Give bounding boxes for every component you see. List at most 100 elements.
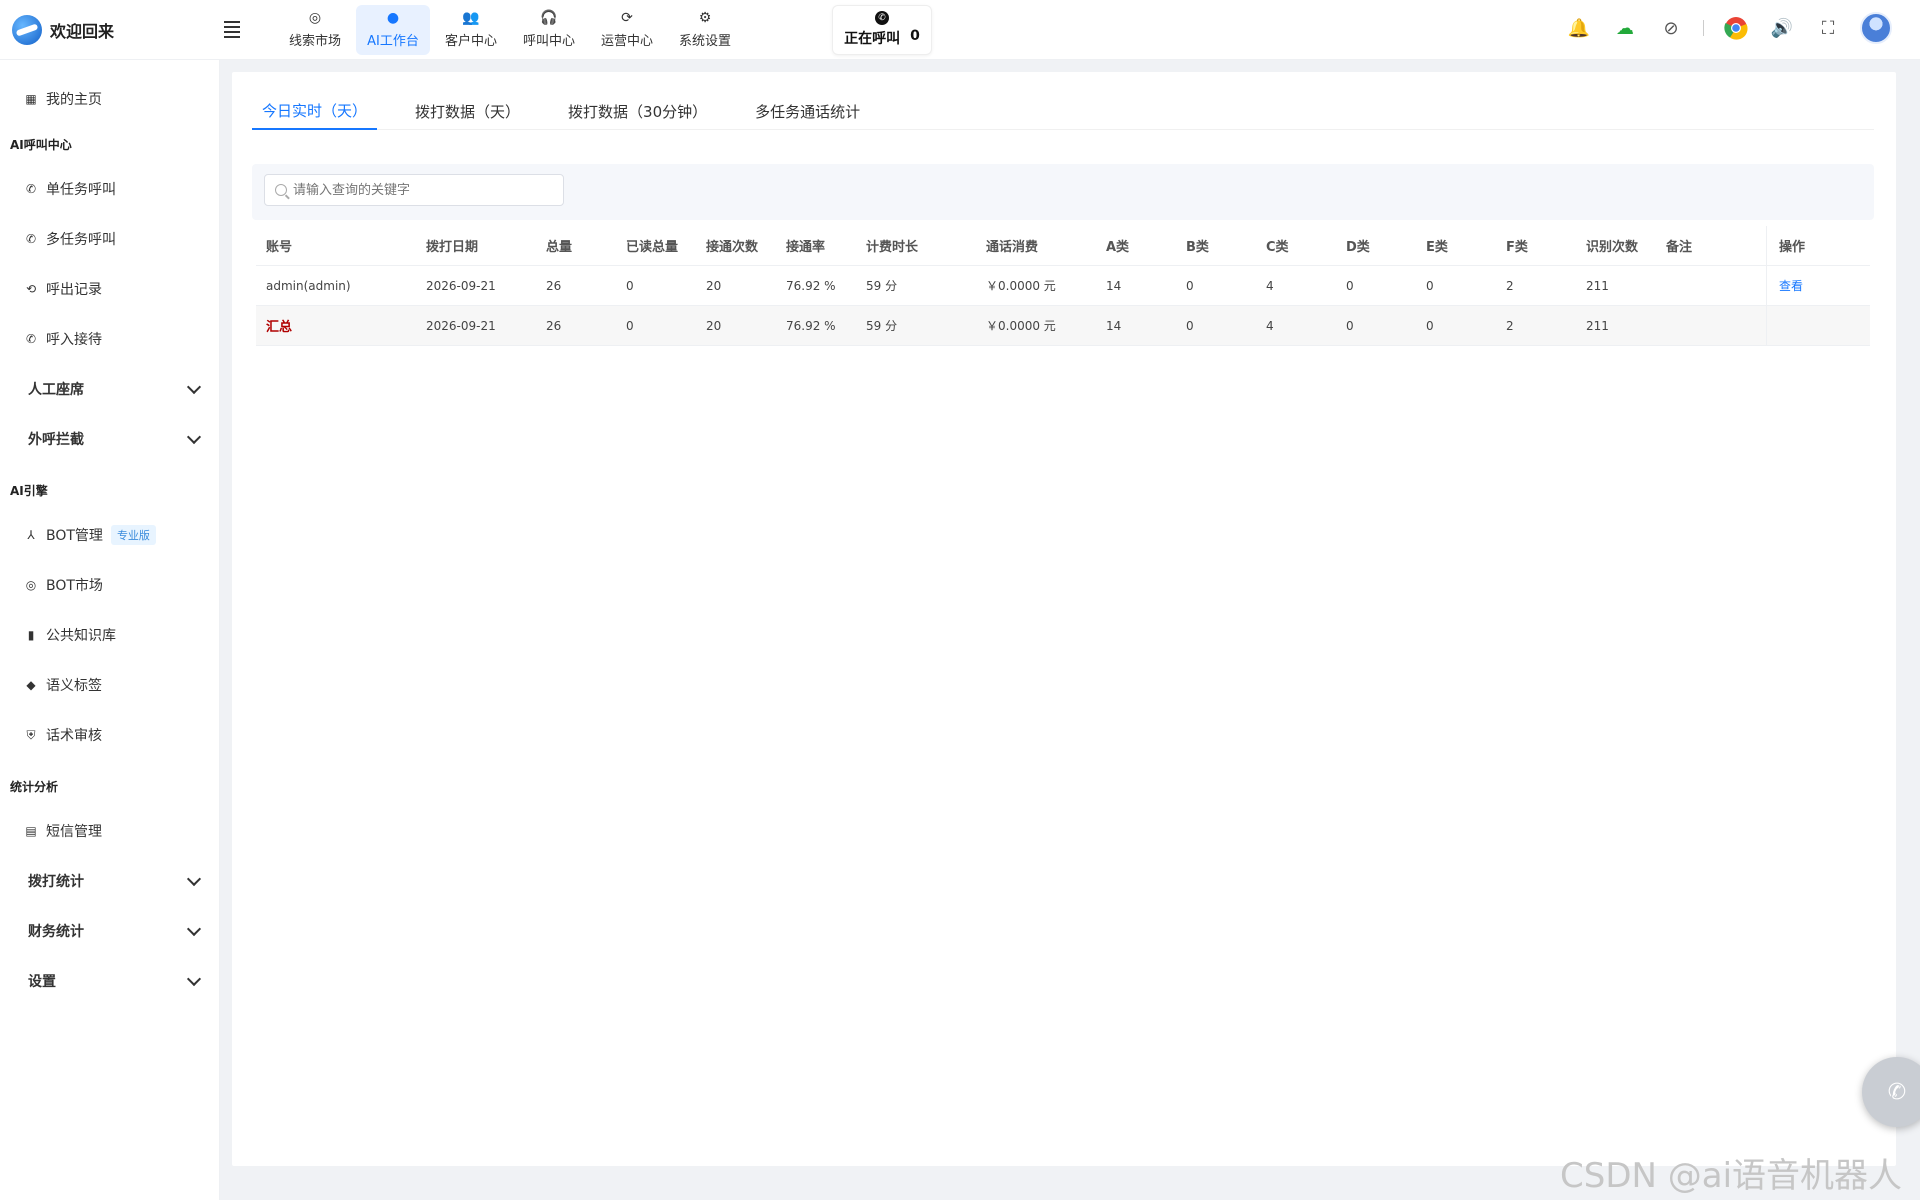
sidebar-item-settings[interactable]: 设置 [0,956,219,1006]
sidebar-item-label: 话术审核 [46,728,102,744]
nav-call-center[interactable]: 🎧 呼叫中心 [512,5,586,55]
tab-dial-data-30min[interactable]: 拨打数据（30分钟） [558,92,717,130]
tab-bar: 今日实时（天） 拨打数据（天） 拨打数据（30分钟） 多任务通话统计 [252,92,1874,130]
menu-toggle-icon[interactable] [224,18,248,42]
volume-icon[interactable]: 🔊 [1768,14,1796,42]
chevron-down-icon [186,871,202,887]
cell-dial-date: 2026-09-21 [416,319,536,333]
sidebar-item-label: 呼出记录 [46,282,102,298]
column-header-label: 拨打日期 [426,240,479,255]
cell-class-a: 14 [1096,319,1176,333]
column-header-total: 总量 [536,236,616,255]
cell-class-f: 2 [1496,319,1576,333]
sidebar-item-multi-task-call[interactable]: ✆ 多任务呼叫 [0,214,219,264]
cell-value: 2 [1506,318,1514,333]
sidebar-group-title: AI呼叫中心 [10,137,72,152]
sidebar-item-semantic-tags[interactable]: ◆ 语义标签 [0,660,219,710]
chrome-icon[interactable] [1722,14,1750,42]
sidebar-item-bot-management[interactable]: ⅄ BOT管理 专业版 [0,510,219,560]
sidebar-item-finance-stats[interactable]: 财务统计 [0,906,219,956]
nav-label: 呼叫中心 [522,34,575,49]
cell-connect-rate: 76.92 % [776,279,856,293]
phone-icon: ✆ [25,182,37,196]
sidebar-item-home[interactable]: ▦ 我的主页 [0,74,219,124]
search-icon [275,184,287,196]
sidebar-group-title: AI引擎 [10,483,48,498]
calling-indicator[interactable]: ✆ 正在呼叫 0 [832,4,932,55]
chevron-down-icon [186,971,202,987]
sidebar-item-sms-management[interactable]: ▤ 短信管理 [0,806,219,856]
search-input[interactable] [293,175,563,205]
cell-value: 0 [1426,318,1434,333]
tab-multi-task-stats[interactable]: 多任务通话统计 [745,92,870,130]
sidebar-item-outbound-interception[interactable]: 外呼拦截 [0,414,219,464]
column-header-remark: 备注 [1656,236,1766,255]
column-header-billing-duration: 计费时长 [856,236,976,255]
cycle-icon: ⟳ [621,10,633,26]
cell-value: 2 [1506,278,1514,293]
sidebar-item-dial-stats[interactable]: 拨打统计 [0,856,219,906]
sidebar-item-script-review[interactable]: ⛨ 话术审核 [0,710,219,760]
cell-billing-duration: 59 分 [856,277,976,294]
sms-icon: ▤ [25,824,37,838]
sidebar-item-manual-seats[interactable]: 人工座席 [0,364,219,414]
cell-connected-count: 20 [696,279,776,293]
cloud-sync-icon[interactable]: ☁ [1611,14,1639,42]
column-header-label: 接通率 [786,240,826,255]
cell-account: admin(admin) [256,279,416,293]
cell-operation [1766,306,1850,345]
tab-today-realtime[interactable]: 今日实时（天） [252,92,378,130]
cell-class-b: 0 [1176,279,1256,293]
nav-system-settings[interactable]: ⚙ 系统设置 [668,5,742,55]
cell-class-d: 0 [1336,319,1416,333]
cell-class-e: 0 [1416,319,1496,333]
sidebar-item-single-task-call[interactable]: ✆ 单任务呼叫 [0,164,219,214]
sidebar-item-public-knowledge[interactable]: ▮ 公共知识库 [0,610,219,660]
sidebar-item-label: 呼入接待 [46,332,102,348]
hangup-call-button[interactable]: ✆ [1862,1057,1920,1127]
sidebar-item-label: 语义标签 [46,678,102,694]
cell-call-cost: ￥0.0000 元 [976,277,1096,294]
column-header-label: 计费时长 [866,240,919,255]
view-link[interactable]: 查看 [1779,277,1803,294]
sidebar-item-label: 拨打统计 [28,874,84,890]
notification-muted-icon[interactable]: 🔔 [1565,14,1593,42]
sidebar-item-label: 多任务呼叫 [46,232,116,248]
column-header-label: E类 [1426,240,1448,255]
cell-value: 0 [1186,318,1194,333]
tab-dial-data-day[interactable]: 拨打数据（天） [405,92,530,130]
brand: 欢迎回来 [0,14,220,45]
sidebar-item-outbound-records[interactable]: ⟲ 呼出记录 [0,264,219,314]
column-header-label: 通话消费 [986,240,1039,255]
cell-value: 0 [1426,278,1434,293]
cell-class-a: 14 [1096,279,1176,293]
tag-icon: ◆ [26,678,36,692]
fullscreen-icon[interactable]: ⛶ [1814,14,1842,42]
book-icon: ▮ [27,628,35,642]
nav-label: AI工作台 [367,34,419,49]
column-header-account: 账号 [256,236,416,255]
cell-account: 汇总 [256,316,416,335]
nav-operations-center[interactable]: ⟳ 运营中心 [590,5,664,55]
sidebar-item-inbound-reception[interactable]: ✆ 呼入接待 [0,314,219,364]
nav-leads-market[interactable]: ◎ 线索市场 [278,5,352,55]
column-header-class-d: D类 [1336,236,1416,255]
cell-value: 0 [1186,278,1194,293]
cell-value: 14 [1106,318,1122,333]
pro-badge: 专业版 [110,525,156,545]
cell-billing-duration: 59 分 [856,317,976,334]
chevron-down-icon [186,429,202,445]
avatar[interactable] [1860,12,1892,44]
nav-ai-workbench[interactable]: ● AI工作台 [356,4,430,55]
column-header-label: 总量 [546,240,573,255]
sidebar-item-bot-market[interactable]: ◎ BOT市场 [0,560,219,610]
sidebar-item-label: 财务统计 [28,924,84,940]
chevron-down-icon [186,921,202,937]
cell-dial-date: 2026-09-21 [416,279,536,293]
cell-call-cost: ￥0.0000 元 [976,317,1096,334]
nav-customer-center[interactable]: 👥 客户中心 [434,5,508,55]
users-icon: 👥 [462,10,480,26]
search-field[interactable] [264,174,564,206]
column-header-class-b: B类 [1176,236,1256,255]
block-icon[interactable]: ⊘ [1657,14,1685,42]
